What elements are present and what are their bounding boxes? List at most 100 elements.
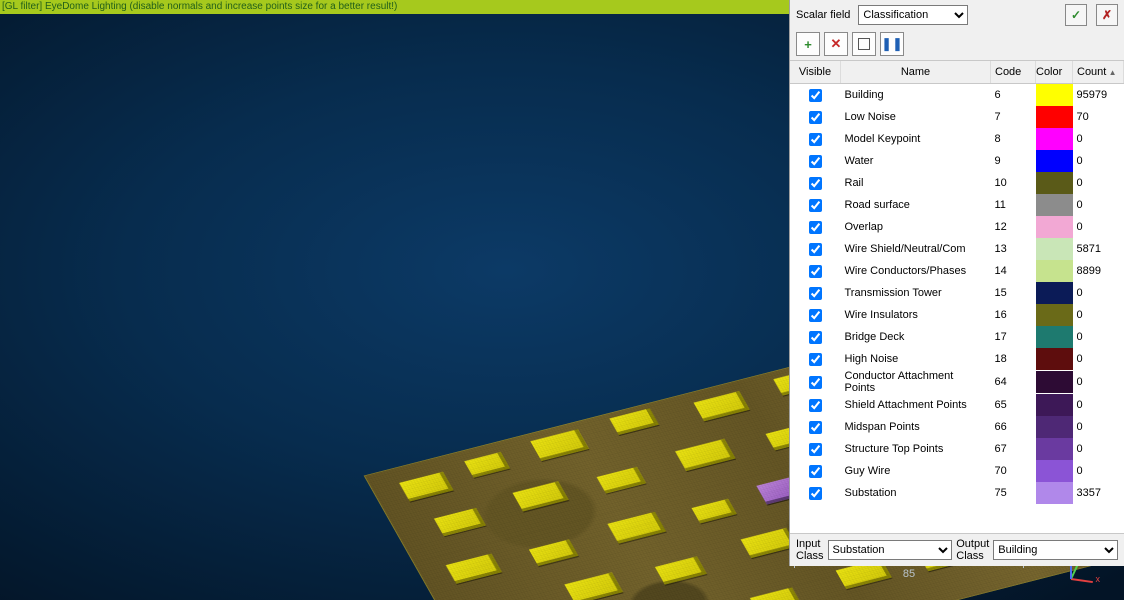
class-code-cell[interactable]: 8 [991, 128, 1036, 150]
table-row[interactable]: Bridge Deck170 [790, 326, 1124, 348]
class-code-cell[interactable]: 65 [991, 394, 1036, 416]
class-code-cell[interactable]: 16 [991, 304, 1036, 326]
table-row[interactable]: Low Noise770 [790, 106, 1124, 128]
class-code-cell[interactable]: 10 [991, 172, 1036, 194]
color-swatch[interactable] [1036, 326, 1073, 348]
table-row[interactable]: Wire Shield/Neutral/Com135871 [790, 238, 1124, 260]
stop-button[interactable] [852, 32, 876, 56]
class-name-cell[interactable]: Structure Top Points [841, 438, 991, 460]
color-swatch[interactable] [1036, 394, 1073, 416]
class-code-cell[interactable]: 11 [991, 194, 1036, 216]
visible-checkbox[interactable] [809, 89, 822, 102]
class-code-cell[interactable]: 17 [991, 326, 1036, 348]
visible-checkbox[interactable] [809, 443, 822, 456]
visible-checkbox[interactable] [809, 399, 822, 412]
class-name-cell[interactable]: Shield Attachment Points [841, 394, 991, 416]
color-swatch[interactable] [1036, 216, 1073, 238]
color-swatch[interactable] [1036, 106, 1073, 128]
class-name-cell[interactable]: Midspan Points [841, 416, 991, 438]
color-swatch[interactable] [1036, 128, 1073, 150]
table-row[interactable]: Conductor Attachment Points640 [790, 370, 1124, 394]
class-name-cell[interactable]: High Noise [841, 348, 991, 370]
col-visible[interactable]: Visible [790, 61, 841, 84]
visible-checkbox[interactable] [809, 221, 822, 234]
visible-checkbox[interactable] [809, 487, 822, 500]
color-swatch[interactable] [1036, 371, 1073, 393]
visible-checkbox[interactable] [809, 287, 822, 300]
col-count[interactable]: Count [1073, 61, 1124, 84]
class-code-cell[interactable]: 75 [991, 482, 1036, 504]
class-name-cell[interactable]: Wire Shield/Neutral/Com [841, 238, 991, 260]
add-class-button[interactable]: + [796, 32, 820, 56]
table-row[interactable]: Wire Conductors/Phases148899 [790, 260, 1124, 282]
color-swatch[interactable] [1036, 84, 1073, 106]
table-row[interactable]: Shield Attachment Points650 [790, 394, 1124, 416]
col-color[interactable]: Color [1036, 61, 1073, 84]
visible-checkbox[interactable] [809, 177, 822, 190]
class-name-cell[interactable]: Overlap [841, 216, 991, 238]
input-class-select[interactable]: Substation [828, 540, 953, 560]
table-row[interactable]: Road surface110 [790, 194, 1124, 216]
table-row[interactable]: High Noise180 [790, 348, 1124, 370]
class-code-cell[interactable]: 66 [991, 416, 1036, 438]
class-name-cell[interactable]: Low Noise [841, 106, 991, 128]
class-name-cell[interactable]: Wire Conductors/Phases [841, 260, 991, 282]
table-row[interactable]: Water90 [790, 150, 1124, 172]
class-code-cell[interactable]: 9 [991, 150, 1036, 172]
color-swatch[interactable] [1036, 282, 1073, 304]
color-swatch[interactable] [1036, 304, 1073, 326]
table-row[interactable]: Model Keypoint80 [790, 128, 1124, 150]
cancel-button[interactable]: ✗ [1096, 4, 1118, 26]
table-row[interactable]: Substation753357 [790, 482, 1124, 504]
visible-checkbox[interactable] [809, 155, 822, 168]
class-name-cell[interactable]: Road surface [841, 194, 991, 216]
class-name-cell[interactable]: Water [841, 150, 991, 172]
class-code-cell[interactable]: 12 [991, 216, 1036, 238]
col-name[interactable]: Name [841, 61, 991, 84]
class-code-cell[interactable]: 6 [991, 84, 1036, 107]
class-table-scroll[interactable]: Visible Name Code Color Count Building69… [790, 60, 1124, 533]
visible-checkbox[interactable] [809, 376, 822, 389]
class-name-cell[interactable]: Substation [841, 482, 991, 504]
col-code[interactable]: Code [991, 61, 1036, 84]
class-code-cell[interactable]: 18 [991, 348, 1036, 370]
scalar-field-select[interactable]: Classification [858, 5, 968, 25]
class-name-cell[interactable]: Model Keypoint [841, 128, 991, 150]
color-swatch[interactable] [1036, 438, 1073, 460]
class-code-cell[interactable]: 67 [991, 438, 1036, 460]
class-name-cell[interactable]: Bridge Deck [841, 326, 991, 348]
color-swatch[interactable] [1036, 238, 1073, 260]
class-code-cell[interactable]: 70 [991, 460, 1036, 482]
delete-class-button[interactable]: ✕ [824, 32, 848, 56]
visible-checkbox[interactable] [809, 199, 822, 212]
class-code-cell[interactable]: 64 [991, 370, 1036, 394]
table-row[interactable]: Rail100 [790, 172, 1124, 194]
visible-checkbox[interactable] [809, 353, 822, 366]
class-code-cell[interactable]: 13 [991, 238, 1036, 260]
table-row[interactable]: Building695979 [790, 84, 1124, 107]
class-name-cell[interactable]: Building [841, 84, 991, 107]
color-swatch[interactable] [1036, 482, 1073, 504]
class-name-cell[interactable]: Wire Insulators [841, 304, 991, 326]
visible-checkbox[interactable] [809, 133, 822, 146]
color-swatch[interactable] [1036, 172, 1073, 194]
color-swatch[interactable] [1036, 194, 1073, 216]
table-row[interactable]: Midspan Points660 [790, 416, 1124, 438]
output-class-select[interactable]: Building [993, 540, 1118, 560]
class-code-cell[interactable]: 14 [991, 260, 1036, 282]
color-swatch[interactable] [1036, 348, 1073, 370]
table-row[interactable]: Overlap120 [790, 216, 1124, 238]
class-code-cell[interactable]: 7 [991, 106, 1036, 128]
color-swatch[interactable] [1036, 260, 1073, 282]
color-swatch[interactable] [1036, 416, 1073, 438]
visible-checkbox[interactable] [809, 265, 822, 278]
table-row[interactable]: Guy Wire700 [790, 460, 1124, 482]
table-row[interactable]: Structure Top Points670 [790, 438, 1124, 460]
class-name-cell[interactable]: Conductor Attachment Points [841, 370, 991, 394]
class-name-cell[interactable]: Guy Wire [841, 460, 991, 482]
visible-checkbox[interactable] [809, 309, 822, 322]
class-name-cell[interactable]: Transmission Tower [841, 282, 991, 304]
color-swatch[interactable] [1036, 460, 1073, 482]
visible-checkbox[interactable] [809, 331, 822, 344]
class-code-cell[interactable]: 15 [991, 282, 1036, 304]
